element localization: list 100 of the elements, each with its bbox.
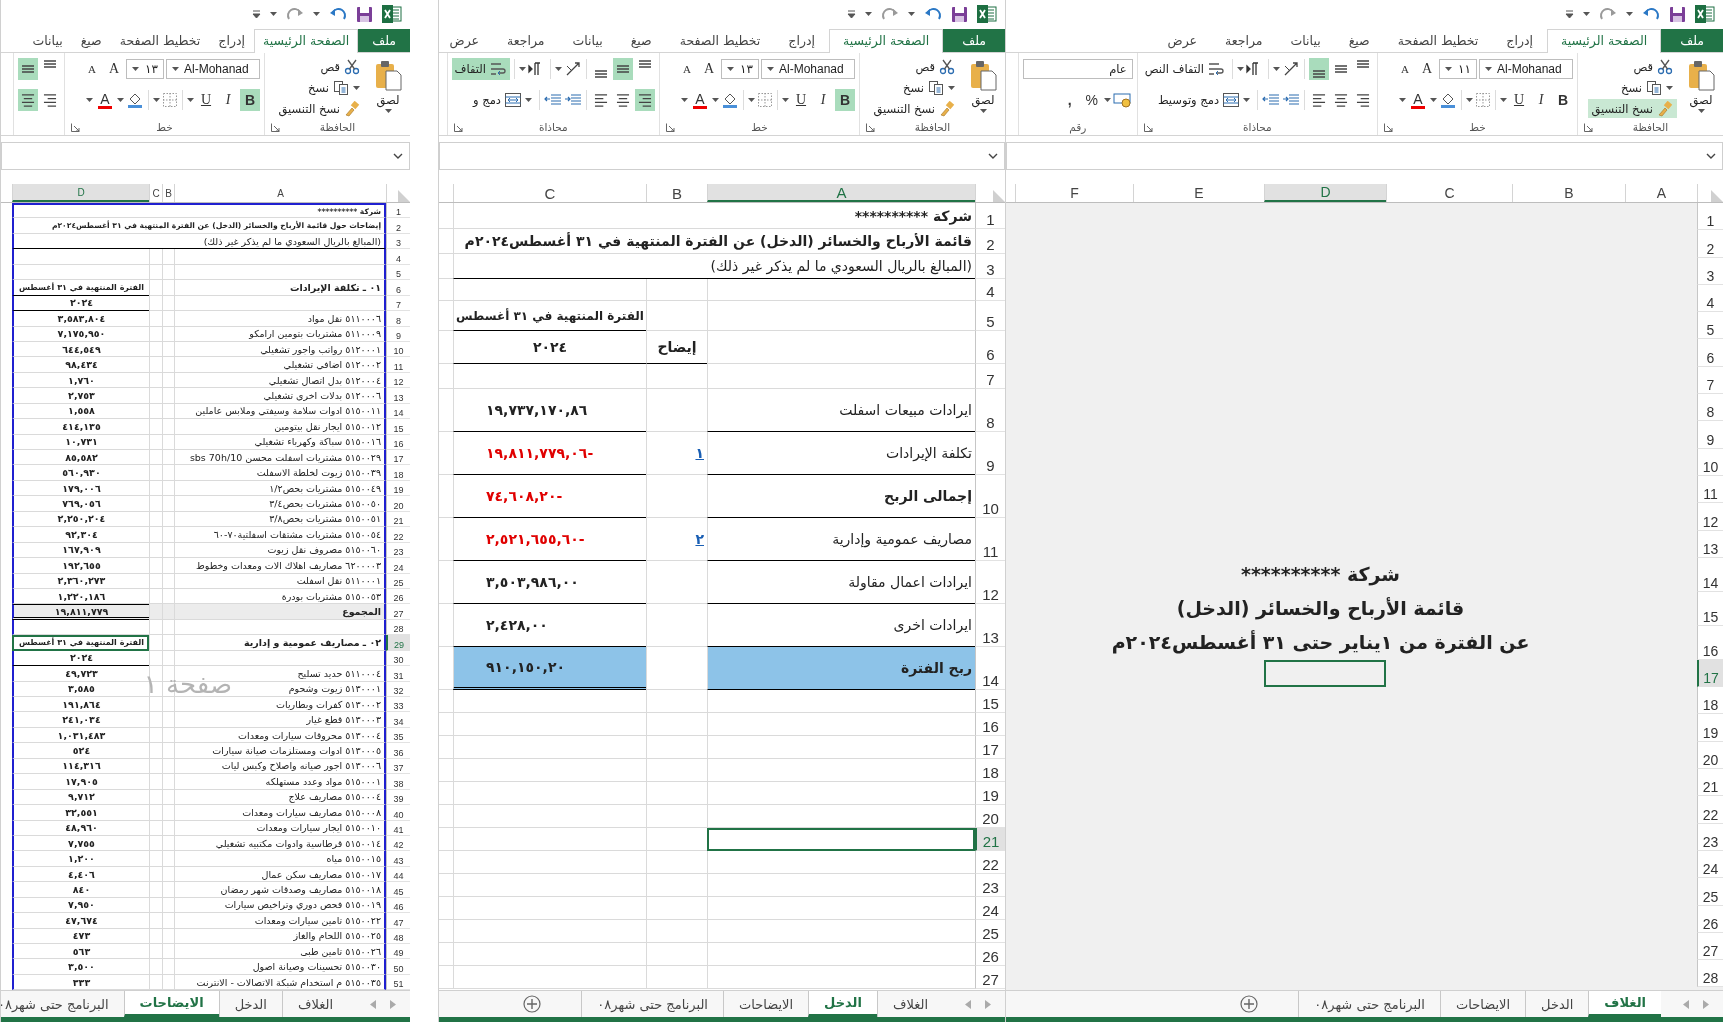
sheet-tab[interactable]: الغلاف [1588,991,1661,1017]
column-header[interactable]: E [1133,184,1264,202]
dialog-launcher-icon[interactable] [666,123,675,132]
row-header[interactable]: 40 [386,805,410,821]
row-header[interactable]: 9 [975,432,1005,475]
paste-button[interactable]: لصق [370,57,406,119]
row-header[interactable]: 18 [975,759,1005,782]
row-header[interactable]: 12 [1697,503,1723,531]
row-header[interactable]: 24 [1697,850,1723,879]
row-header[interactable]: 33 [386,697,410,713]
italic-button[interactable]: I [813,89,833,111]
row-header[interactable]: 21 [975,828,1005,851]
italic-button[interactable]: I [218,89,238,111]
row-header[interactable]: 36 [386,743,410,759]
dialog-launcher-icon[interactable] [1143,123,1153,132]
font-color-button[interactable]: A [1408,89,1428,111]
borders-icon[interactable] [1475,92,1491,108]
row-header[interactable]: 4 [386,249,410,265]
dialog-launcher-icon[interactable] [271,123,280,132]
row-header[interactable]: 26 [1697,905,1723,933]
column-header[interactable]: D [12,184,149,202]
font-size-field[interactable]: ١١ [1439,59,1477,79]
add-sheet-icon[interactable] [523,995,542,1013]
redo-icon[interactable] [881,6,899,22]
row-header[interactable]: 25 [975,920,1005,943]
dialog-launcher-icon[interactable] [1584,123,1593,132]
ribbon-tab[interactable]: صيغ [1334,29,1384,52]
row-header[interactable]: 34 [386,712,410,728]
underline-button[interactable]: U [791,89,811,111]
row-header[interactable]: 6 [386,280,410,296]
currency-icon[interactable] [1112,92,1133,108]
expand-icon[interactable] [1706,153,1716,159]
ribbon-tab[interactable]: صيغ [71,29,111,52]
row-header[interactable]: 23 [975,874,1005,897]
column-header[interactable]: A [1625,184,1697,202]
text-angle-icon[interactable] [1282,60,1300,78]
fill-color-icon[interactable] [1439,91,1457,109]
row-header[interactable]: 27 [1697,932,1723,961]
row-header[interactable]: 3 [1697,257,1723,285]
row-header[interactable]: 24 [975,897,1005,920]
row-header[interactable]: 12 [975,561,1005,604]
row-header[interactable]: 13 [1697,530,1723,558]
save-icon[interactable] [951,5,968,23]
vertical-align-button[interactable] [1309,58,1329,80]
format-painter-button[interactable]: نسخ التنسيق [1587,99,1677,118]
cut-button[interactable]: قص [1587,57,1677,76]
row-header[interactable]: 11 [386,357,410,373]
row-header[interactable]: 29 [386,635,410,651]
row-header[interactable]: 20 [1697,741,1723,770]
font-color-button[interactable]: A [690,89,710,111]
comma-button[interactable]: , [1059,89,1080,111]
format-painter-button[interactable]: نسخ التنسيق [274,99,364,118]
row-header[interactable]: 4 [1697,284,1723,313]
redo-icon[interactable] [286,6,304,22]
undo-icon[interactable] [1642,6,1660,22]
row-header[interactable]: 16 [975,713,1005,736]
ribbon-tab[interactable]: الصفحة الرئيسية [828,29,944,53]
row-header[interactable]: 5 [975,301,1005,331]
expand-icon[interactable] [988,153,998,159]
merge-button[interactable]: دمج و [470,89,535,111]
font-name-field[interactable]: Al-Mohanad [166,59,260,79]
row-header[interactable]: 45 [386,882,410,898]
row-header[interactable]: 7 [1697,366,1723,395]
row-header[interactable]: 19 [1697,714,1723,742]
row-header[interactable]: 27 [975,966,1005,989]
ribbon-tab[interactable]: بيانات [558,29,617,52]
font-name-field[interactable]: Al-Mohanad [761,59,855,79]
row-header[interactable]: 16 [1697,625,1723,660]
cut-button[interactable]: قص [274,57,364,76]
row-header[interactable]: 22 [975,851,1005,874]
italic-button[interactable]: I [1531,89,1551,111]
ribbon-tab[interactable]: الصفحة الرئيسية [1546,29,1662,53]
ribbon-tab[interactable]: تخطيط الصفحة [110,29,210,52]
selected-cell[interactable]: الفترة المنتهية في ٣١ أغسطس [12,635,149,651]
copy-button[interactable]: نسخ [869,78,959,97]
row-header[interactable]: 3 [975,254,1005,279]
column-header[interactable]: C [453,184,646,202]
row-header[interactable]: 6 [1697,339,1723,367]
font-name-field[interactable]: Al-Mohanad [1479,59,1573,79]
row-header[interactable]: 2 [1697,230,1723,258]
ribbon-tab[interactable]: مراجعة [1211,29,1277,52]
horizontal-align-button[interactable] [635,89,655,111]
ribbon-tab[interactable]: الصفحة الرئيسية [253,29,359,53]
row-header[interactable]: 47 [386,913,410,929]
borders-icon[interactable] [757,92,773,108]
excel-logo-icon[interactable] [1695,5,1715,23]
ribbon-tab[interactable]: إدراج [209,29,254,52]
row-header[interactable]: 21 [1697,769,1723,797]
row-header[interactable]: 20 [386,496,410,512]
vertical-align-button[interactable] [613,58,633,80]
wrap-text-button[interactable]: التفاف النص [1141,58,1228,80]
row-header[interactable]: 14 [1697,557,1723,592]
row-header[interactable]: 10 [1697,448,1723,476]
column-header[interactable]: B [162,184,174,202]
wrap-text-button[interactable]: التفاف [451,58,510,80]
number-format-field[interactable]: عام [1022,59,1133,79]
dialog-launcher-icon[interactable] [866,123,875,132]
borders-icon[interactable] [162,92,178,108]
ribbon-tab[interactable]: ملف [943,29,1005,52]
row-header[interactable]: 6 [975,331,1005,364]
